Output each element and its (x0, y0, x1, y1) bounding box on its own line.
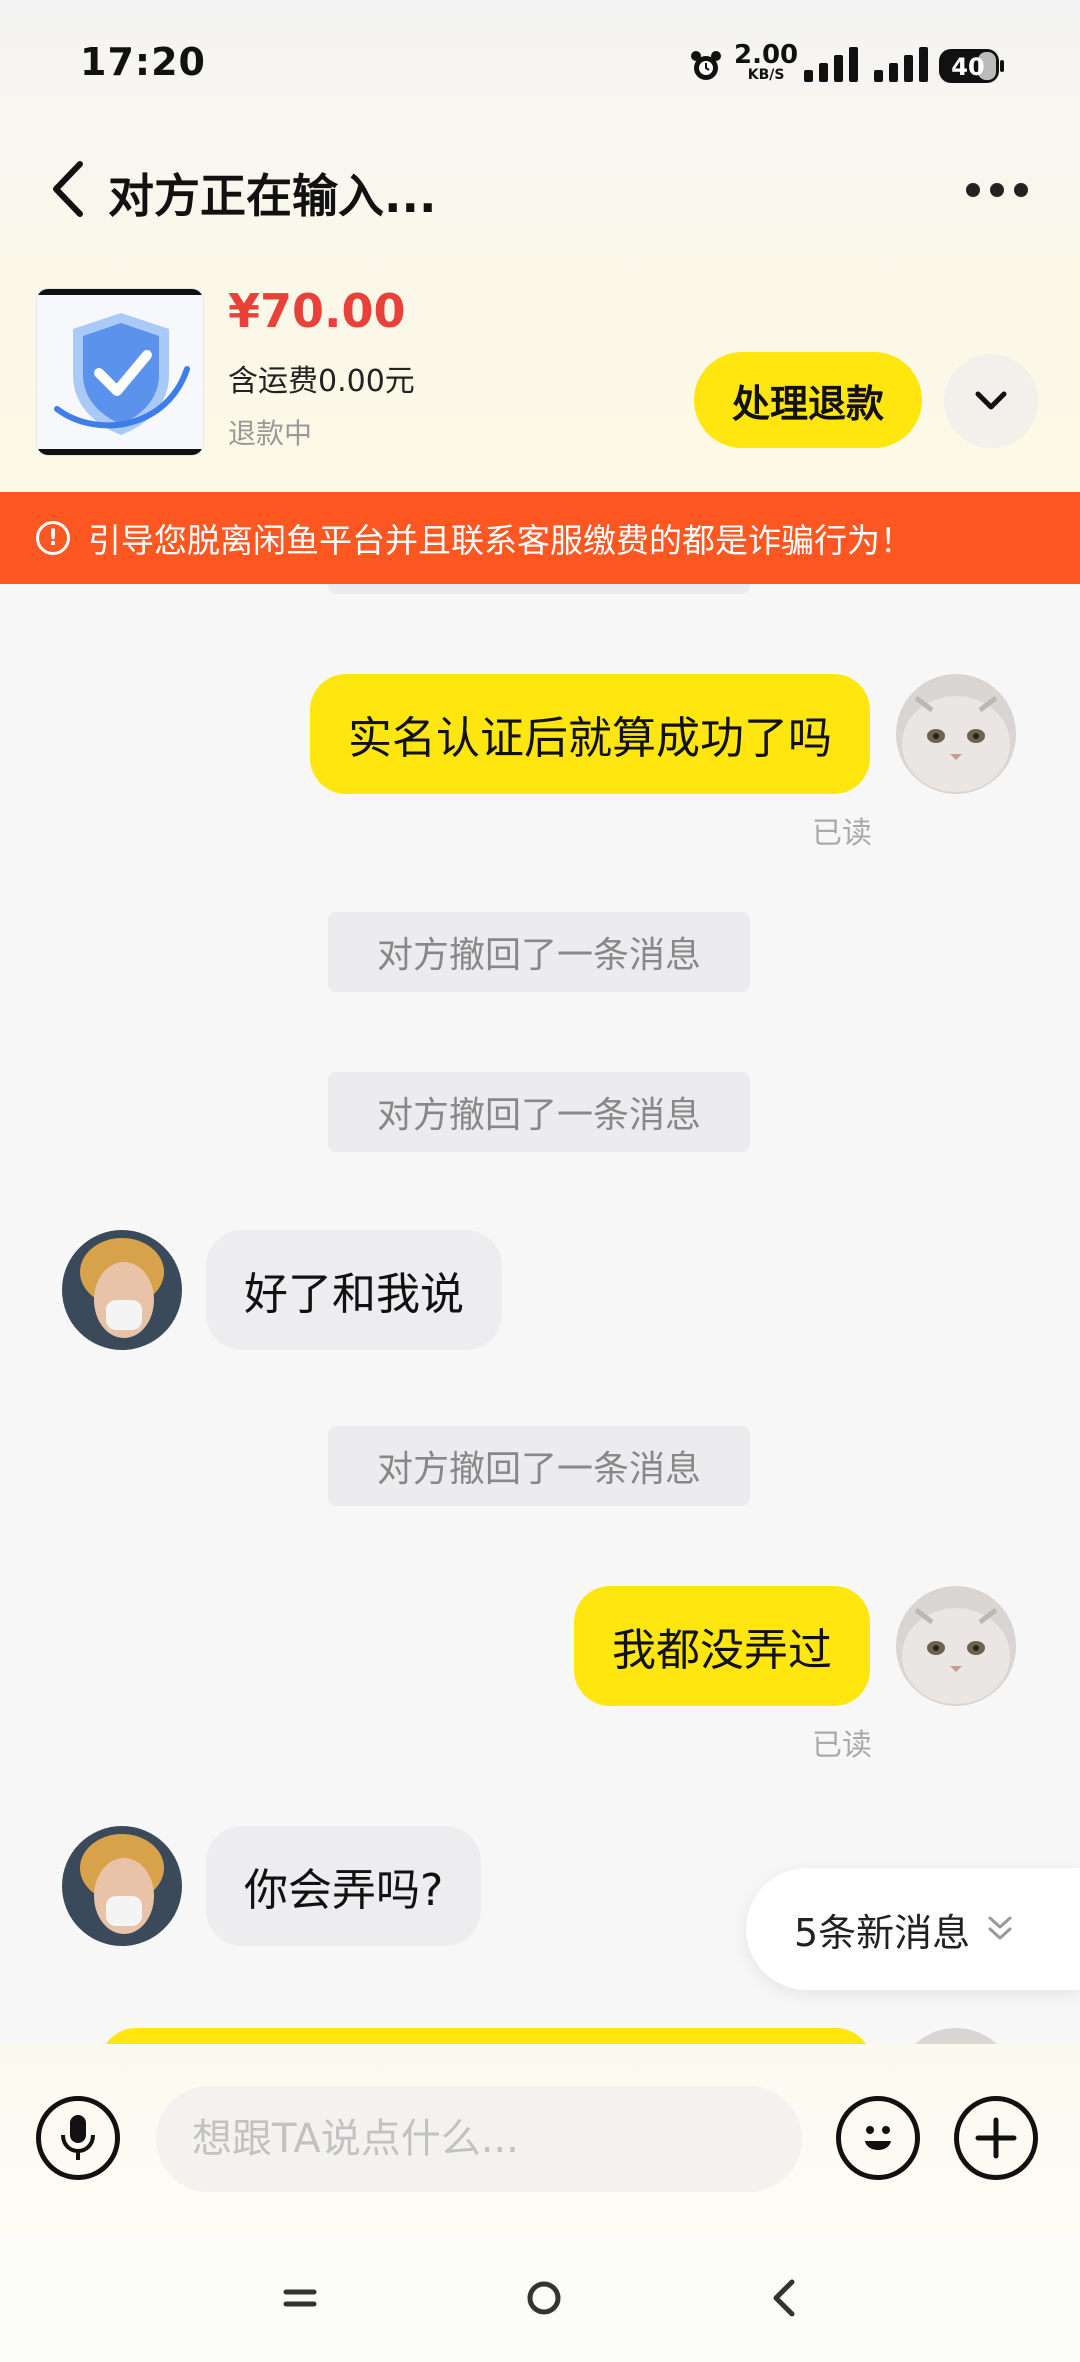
status-time: 17:20 (80, 40, 206, 84)
voice-button[interactable] (36, 2096, 120, 2180)
net-speed-value: 2.00 (734, 40, 799, 70)
shipping-fee: 含运费0.00元 (228, 364, 415, 399)
contact-avatar[interactable] (62, 1826, 182, 1946)
read-receipt: 已读 (812, 1728, 872, 1763)
person-avatar-image (62, 1230, 182, 1350)
product-card[interactable]: ¥70.00 含运费0.00元 退款中 处理退款 (0, 284, 1080, 464)
signal-icon-2 (874, 47, 928, 82)
add-button[interactable] (954, 2096, 1038, 2180)
message-bubble-incoming[interactable]: 好了和我说 (206, 1230, 502, 1350)
battery-icon: 40 (939, 49, 1004, 83)
recall-notice-partial (328, 584, 750, 594)
recall-notice: 对方撤回了一条消息 (328, 912, 750, 992)
order-status: 退款中 (228, 417, 313, 450)
warning-text: 引导您脱离闲鱼平台并且联系客服缴费的都是诈骗行为！ (88, 521, 913, 560)
recall-notice: 对方撤回了一条消息 (328, 1072, 750, 1152)
my-avatar-partial[interactable] (896, 2028, 1016, 2044)
battery-level: 40 (951, 53, 984, 81)
contact-avatar[interactable] (62, 1230, 182, 1350)
page-title: 对方正在输入... (108, 169, 437, 223)
exclamation-icon: ! (36, 521, 70, 555)
home-icon[interactable] (520, 2274, 568, 2322)
product-thumbnail[interactable] (36, 288, 204, 456)
cat-avatar-image (896, 2028, 1016, 2044)
my-avatar[interactable] (896, 674, 1016, 794)
message-bubble-incoming[interactable]: 你会弄吗? (206, 1826, 482, 1946)
plus-icon (975, 2117, 1017, 2159)
chevron-down-icon (975, 391, 1007, 410)
message-bubble-outgoing-partial[interactable] (100, 2028, 872, 2044)
message-input-bar (0, 2044, 1080, 2234)
new-messages-button[interactable]: 5条新消息 (746, 1868, 1080, 1990)
recents-icon[interactable] (276, 2274, 324, 2322)
chat-messages[interactable]: 实名认证后就算成功了吗 已读 对方撤回了一条消息 对方撤回了一条消息 好了和我说… (0, 584, 1080, 2044)
alarm-icon (691, 51, 721, 80)
system-nav-bar (0, 2234, 1080, 2362)
cat-avatar-image (896, 1586, 1016, 1706)
person-avatar-image (62, 1826, 182, 1946)
fraud-warning-banner: ! 引导您脱离闲鱼平台并且联系客服缴费的都是诈骗行为！ (0, 492, 1080, 584)
double-chevron-down-icon (988, 1916, 1012, 1940)
smiley-icon (865, 2126, 891, 2150)
shield-check-icon (37, 289, 203, 455)
expand-button[interactable] (944, 354, 1038, 448)
product-price: ¥70.00 (228, 284, 406, 338)
microphone-icon (61, 2115, 95, 2160)
nav-back-icon[interactable] (762, 2274, 810, 2322)
message-bubble-outgoing[interactable]: 实名认证后就算成功了吗 (310, 674, 870, 794)
message-input[interactable] (156, 2086, 802, 2192)
net-speed: 2.00 KB/S (734, 42, 798, 82)
cat-avatar-image (896, 674, 1016, 794)
status-bar: 17:20 2.00 KB/S 40 (0, 0, 1080, 130)
my-avatar[interactable] (896, 1586, 1016, 1706)
emoji-button[interactable] (836, 2096, 920, 2180)
new-messages-label: 5条新消息 (794, 1910, 971, 1955)
back-arrow-icon[interactable] (48, 158, 88, 220)
net-speed-unit: KB/S (747, 67, 785, 83)
handle-refund-button[interactable]: 处理退款 (694, 352, 922, 448)
read-receipt: 已读 (812, 816, 872, 851)
message-bubble-outgoing[interactable]: 我都没弄过 (574, 1586, 870, 1706)
signal-icon (804, 47, 858, 82)
more-options-icon[interactable] (966, 182, 1032, 200)
chat-header: 对方正在输入... (0, 140, 1080, 240)
recall-notice: 对方撤回了一条消息 (328, 1426, 750, 1506)
